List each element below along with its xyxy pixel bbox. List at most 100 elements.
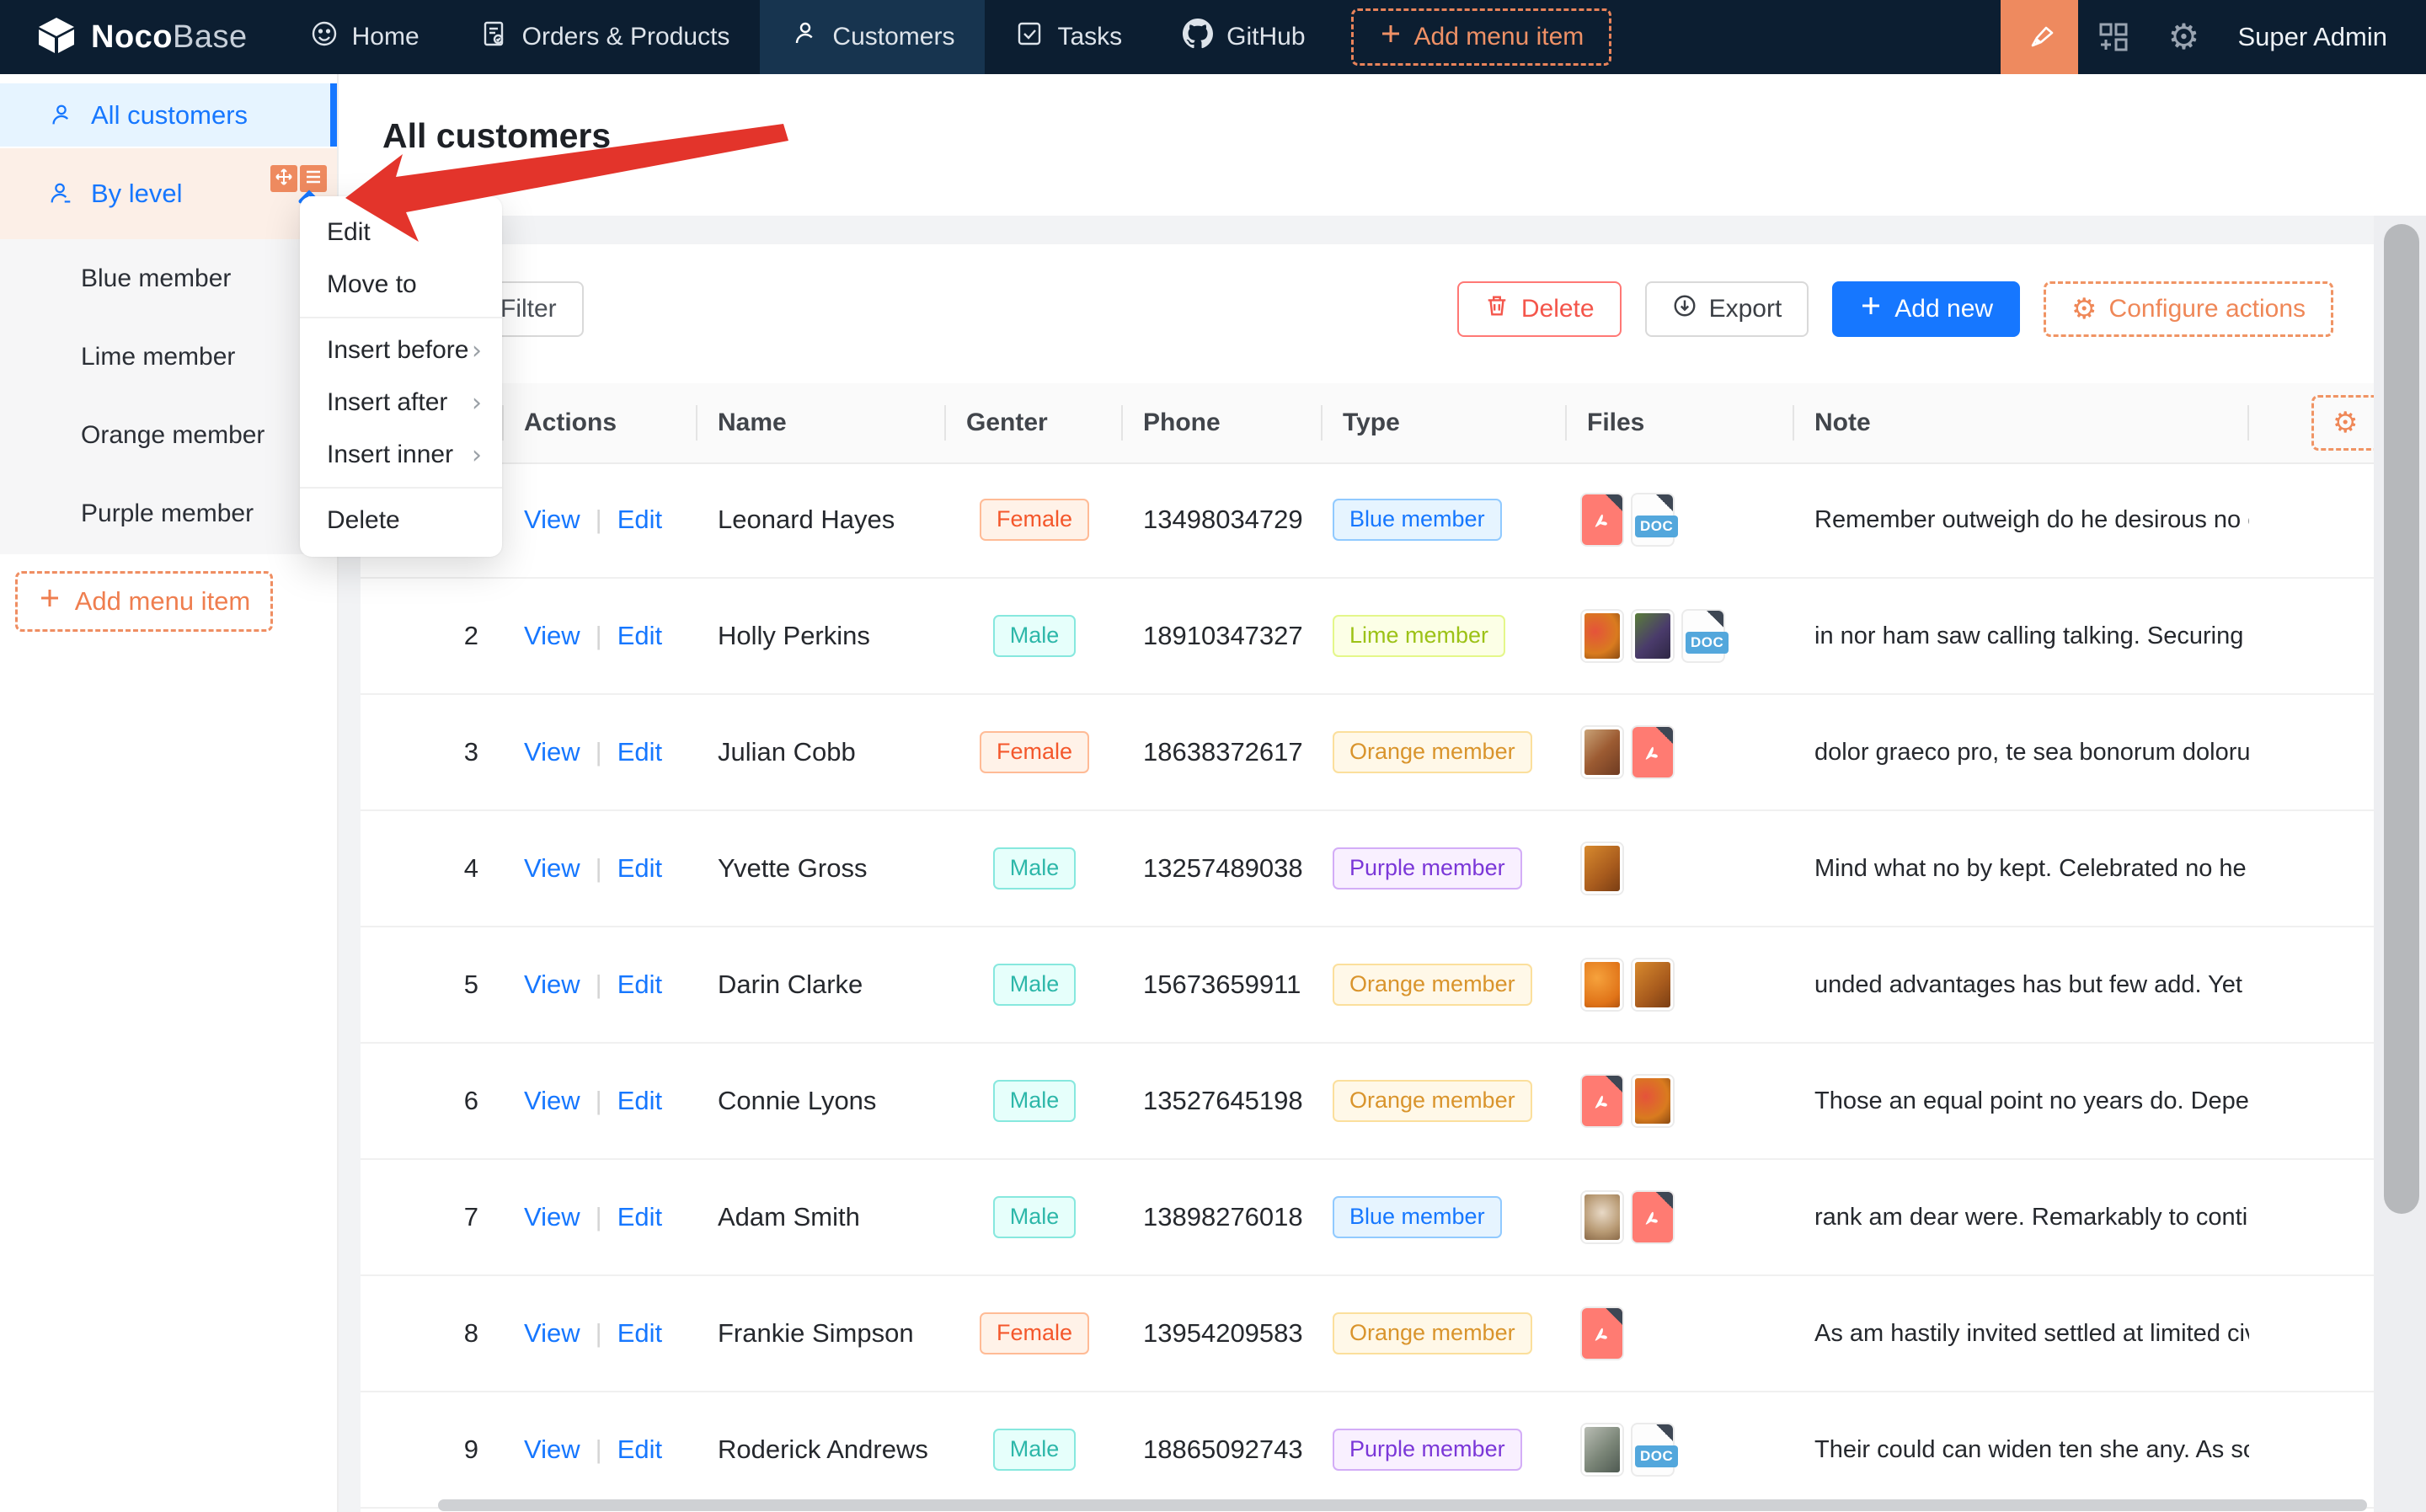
pdf-file-icon[interactable] bbox=[1632, 727, 1673, 777]
menu-item-insert-inner[interactable]: Insert inner › bbox=[300, 429, 502, 481]
horizontal-scrollbar-thumb[interactable] bbox=[438, 1499, 2367, 1511]
view-link[interactable]: View bbox=[524, 1318, 580, 1349]
view-link[interactable]: View bbox=[524, 505, 580, 535]
menu-item-insert-after[interactable]: Insert after › bbox=[300, 377, 502, 429]
menu-item-edit[interactable]: Edit bbox=[300, 206, 502, 259]
image-thumbnail[interactable] bbox=[1582, 843, 1622, 894]
sidebar-add-menu-item-button[interactable]: Add menu item bbox=[15, 571, 273, 632]
view-link[interactable]: View bbox=[524, 737, 580, 767]
drag-handle-button[interactable] bbox=[270, 165, 297, 192]
sidebar-item-purple-member[interactable]: Purple member bbox=[0, 474, 337, 553]
edit-link[interactable]: Edit bbox=[617, 1435, 662, 1465]
menu-item-delete[interactable]: Delete bbox=[300, 494, 502, 547]
drag-move-icon bbox=[275, 168, 293, 190]
user-menu[interactable]: Super Admin bbox=[2220, 22, 2426, 52]
column-header-actions[interactable]: Actions bbox=[504, 383, 697, 462]
image-thumbnail[interactable] bbox=[1582, 1424, 1622, 1475]
row-index: 8 bbox=[361, 1276, 504, 1391]
menu-item-insert-before[interactable]: Insert before › bbox=[300, 324, 502, 377]
files-cell: DOC bbox=[1567, 462, 1794, 577]
image-thumbnail[interactable] bbox=[1582, 1192, 1622, 1242]
column-header-phone[interactable]: Phone bbox=[1123, 383, 1323, 462]
image-thumbnail[interactable] bbox=[1632, 959, 1673, 1010]
column-header-note[interactable]: Note bbox=[1794, 383, 2249, 462]
edit-link[interactable]: Edit bbox=[617, 1086, 662, 1116]
image-thumbnail[interactable] bbox=[1632, 611, 1673, 661]
table-header-row: Actions Name Genter Phone Type Files Not… bbox=[361, 383, 2374, 464]
home-smiley-icon bbox=[310, 19, 339, 55]
pdf-file-icon[interactable] bbox=[1582, 1076, 1622, 1126]
table-row: 9View|EditRoderick AndrewsMale1886509274… bbox=[361, 1392, 2374, 1509]
type-tag: Orange member bbox=[1333, 1312, 1532, 1354]
nav-item-tasks[interactable]: Tasks bbox=[985, 0, 1152, 74]
configure-columns-button-cut[interactable]: ⚙ bbox=[2311, 395, 2374, 451]
phone-cell: 18865092743 bbox=[1123, 1392, 1323, 1507]
edit-link[interactable]: Edit bbox=[617, 1202, 662, 1232]
gender-cell: Male bbox=[946, 579, 1123, 693]
column-header-files[interactable]: Files bbox=[1567, 383, 1794, 462]
type-cell: Purple member bbox=[1323, 811, 1567, 926]
doc-file-icon[interactable]: DOC bbox=[1632, 1424, 1673, 1475]
gender-tag: Male bbox=[993, 847, 1077, 889]
edit-link[interactable]: Edit bbox=[617, 737, 662, 767]
image-thumbnail[interactable] bbox=[1582, 959, 1622, 1010]
image-thumbnail[interactable] bbox=[1582, 611, 1622, 661]
view-link[interactable]: View bbox=[524, 1435, 580, 1465]
ui-editor-button[interactable] bbox=[2001, 0, 2078, 74]
highlighter-pen-icon bbox=[2023, 19, 2055, 56]
navbar-add-menu-item-button[interactable]: Add menu item bbox=[1351, 8, 1612, 66]
nav-item-orders-products[interactable]: Orders & Products bbox=[450, 0, 761, 74]
view-link[interactable]: View bbox=[524, 853, 580, 884]
add-new-button[interactable]: Add new bbox=[1832, 281, 2020, 337]
phone-cell: 13498034729 bbox=[1123, 462, 1323, 577]
plus-icon bbox=[1859, 294, 1883, 324]
view-link[interactable]: View bbox=[524, 1202, 580, 1232]
edit-link[interactable]: Edit bbox=[617, 505, 662, 535]
table-row: 7View|EditAdam SmithMale13898276018Blue … bbox=[361, 1160, 2374, 1276]
pdf-file-icon[interactable] bbox=[1632, 1192, 1673, 1242]
edit-link[interactable]: Edit bbox=[617, 853, 662, 884]
sidebar-item-lime-member[interactable]: Lime member bbox=[0, 318, 337, 396]
plugin-manager-button[interactable] bbox=[2078, 0, 2149, 74]
image-thumbnail[interactable] bbox=[1582, 727, 1622, 777]
pdf-file-icon[interactable] bbox=[1582, 494, 1622, 545]
export-button[interactable]: Export bbox=[1645, 281, 1809, 337]
brand-logo[interactable]: NocoBase bbox=[0, 16, 280, 59]
gender-cell: Female bbox=[946, 462, 1123, 577]
delete-button[interactable]: Delete bbox=[1457, 281, 1622, 337]
menu-item-label: Move to bbox=[327, 270, 417, 299]
action-separator: | bbox=[596, 505, 602, 535]
view-link[interactable]: View bbox=[524, 621, 580, 651]
name-cell: Adam Smith bbox=[697, 1160, 946, 1274]
vertical-scrollbar-thumb[interactable] bbox=[2384, 224, 2419, 1214]
nav-item-home[interactable]: Home bbox=[280, 0, 450, 74]
nav-item-customers[interactable]: Customers bbox=[760, 0, 985, 74]
view-link[interactable]: View bbox=[524, 970, 580, 1000]
column-header-name[interactable]: Name bbox=[697, 383, 946, 462]
sidebar-item-orange-member[interactable]: Orange member bbox=[0, 396, 337, 474]
sidebar-item-by-level[interactable]: By level bbox=[0, 148, 337, 239]
edit-link[interactable]: Edit bbox=[617, 1318, 662, 1349]
files-cell: DOC bbox=[1567, 1392, 1794, 1507]
sidebar-item-all-customers[interactable]: All customers bbox=[0, 83, 337, 147]
pdf-file-icon[interactable] bbox=[1582, 1308, 1622, 1359]
configure-actions-button[interactable]: ⚙ Configure actions bbox=[2044, 281, 2333, 337]
edit-link[interactable]: Edit bbox=[617, 621, 662, 651]
doc-file-icon[interactable]: DOC bbox=[1632, 494, 1673, 545]
edit-link[interactable]: Edit bbox=[617, 970, 662, 1000]
type-tag: Purple member bbox=[1333, 847, 1522, 889]
image-thumbnail[interactable] bbox=[1632, 1076, 1673, 1126]
settings-button[interactable]: ⚙ bbox=[2149, 0, 2220, 74]
view-link[interactable]: View bbox=[524, 1086, 580, 1116]
customers-table-card: Filter Delete Export Add new bbox=[361, 244, 2374, 1512]
doc-file-icon[interactable]: DOC bbox=[1683, 611, 1723, 661]
sidebar-item-blue-member[interactable]: Blue member bbox=[0, 239, 337, 318]
nav-item-label: Home bbox=[352, 23, 419, 51]
column-header-genter[interactable]: Genter bbox=[946, 383, 1123, 462]
column-header-type[interactable]: Type bbox=[1323, 383, 1567, 462]
grid-plus-icon bbox=[2097, 19, 2130, 56]
note-cell: Mind what no by kept. Celebrated no he .… bbox=[1794, 811, 2249, 926]
folded-corner bbox=[1656, 494, 1673, 511]
menu-item-move-to[interactable]: Move to bbox=[300, 259, 502, 311]
nav-item-github[interactable]: GitHub bbox=[1152, 0, 1335, 74]
